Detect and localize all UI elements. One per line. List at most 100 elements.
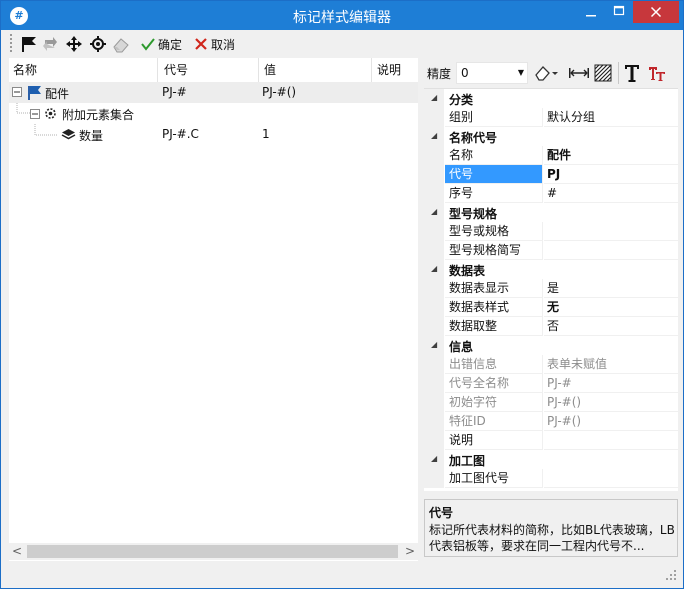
column-header-note[interactable]: 说明: [377, 58, 401, 82]
property-row[interactable]: 加工图代号: [424, 469, 678, 488]
property-row[interactable]: 序号 #: [424, 184, 678, 203]
scroll-right-button[interactable]: >: [402, 543, 418, 560]
collapse-triangle-icon[interactable]: ◢: [431, 131, 437, 140]
property-value[interactable]: [544, 222, 678, 241]
property-name[interactable]: 型号规格简写: [445, 241, 543, 260]
refresh-button[interactable]: [41, 34, 59, 54]
grid-margin: [424, 222, 444, 241]
property-name[interactable]: 初始字符: [445, 393, 543, 412]
flag-button[interactable]: [19, 34, 39, 54]
property-row[interactable]: 型号规格简写: [424, 241, 678, 260]
property-name[interactable]: 型号或规格: [445, 222, 543, 241]
resize-grip-icon[interactable]: [665, 569, 677, 581]
element-tree[interactable]: 名称 代号 值 说明 配件 PJ-# PJ-#() 附加元素集合 数量 PJ-#…: [9, 58, 418, 561]
property-name[interactable]: 组别: [445, 108, 543, 127]
text-style-icon: [649, 67, 665, 81]
property-row[interactable]: 数据表样式无: [424, 298, 678, 317]
text-style-button[interactable]: [648, 62, 666, 84]
property-name[interactable]: 说明: [445, 431, 543, 450]
scroll-left-button[interactable]: <: [9, 543, 25, 560]
property-name[interactable]: 加工图代号: [445, 469, 543, 488]
column-divider[interactable]: [258, 58, 259, 82]
move-button[interactable]: [65, 34, 83, 54]
property-value[interactable]: [544, 241, 678, 260]
column-divider[interactable]: [157, 58, 158, 82]
column-header-code[interactable]: 代号: [164, 58, 188, 82]
pane-splitter[interactable]: [418, 58, 422, 561]
property-row[interactable]: 组别 默认分组: [424, 108, 678, 127]
property-value[interactable]: [544, 431, 678, 450]
horizontal-scrollbar[interactable]: < >: [9, 543, 418, 560]
column-divider[interactable]: [371, 58, 372, 82]
property-value[interactable]: 无: [544, 298, 678, 317]
property-value[interactable]: PJ: [544, 165, 678, 184]
property-toolbar: 精度 0 ▼: [422, 58, 678, 88]
property-value[interactable]: #: [544, 184, 678, 203]
property-name[interactable]: 数据取整: [445, 317, 543, 336]
collapse-triangle-icon[interactable]: ◢: [431, 264, 437, 273]
property-category[interactable]: ◢ 数据表: [424, 260, 678, 279]
property-row[interactable]: 数据表显示是: [424, 279, 678, 298]
property-name[interactable]: 特征ID: [445, 412, 543, 431]
property-row[interactable]: 代号全名称 PJ-#: [424, 374, 678, 393]
collapse-triangle-icon[interactable]: ◢: [431, 93, 437, 102]
property-category[interactable]: ◢ 名称代号: [424, 127, 678, 146]
collapse-triangle-icon[interactable]: ◢: [431, 340, 437, 349]
precision-select[interactable]: 0 ▼: [456, 62, 528, 84]
property-value[interactable]: PJ-#: [544, 374, 678, 393]
width-button[interactable]: [568, 62, 590, 84]
property-value[interactable]: 表单未赋值: [544, 355, 678, 374]
property-name[interactable]: 数据表显示: [445, 279, 543, 298]
property-name[interactable]: 数据表样式: [445, 298, 543, 317]
property-row[interactable]: 初始字符 PJ-#(): [424, 393, 678, 412]
title-bar[interactable]: # 标记样式编辑器: [1, 1, 683, 30]
gear-icon: [45, 108, 56, 119]
eraser-dropdown-button[interactable]: [534, 62, 560, 84]
maximize-button[interactable]: [605, 1, 633, 23]
property-value[interactable]: [544, 469, 678, 488]
property-category[interactable]: ◢ 分类: [424, 89, 678, 108]
property-row[interactable]: 型号或规格: [424, 222, 678, 241]
toolbar-grip[interactable]: [10, 34, 13, 52]
tree-row[interactable]: 配件 PJ-# PJ-#(): [9, 82, 418, 103]
collapse-triangle-icon[interactable]: ◢: [431, 454, 437, 463]
property-name[interactable]: 名称: [445, 146, 543, 165]
property-name[interactable]: 代号: [445, 165, 543, 184]
property-grid[interactable]: ◢ 分类 组别 默认分组 ◢ 名称代号 名称 配件 代号 PJ 序号 # ◢ 型号规格 型号或规格 型号规格简…: [424, 88, 678, 491]
property-row[interactable]: 数据取整否: [424, 317, 678, 336]
property-value[interactable]: 否: [544, 317, 678, 336]
close-button[interactable]: [633, 1, 679, 23]
property-category[interactable]: ◢ 加工图: [424, 450, 678, 469]
property-row[interactable]: 说明: [424, 431, 678, 450]
property-category[interactable]: ◢ 信息: [424, 336, 678, 355]
property-value[interactable]: 是: [544, 279, 678, 298]
column-header-name[interactable]: 名称: [13, 58, 37, 82]
tree-row[interactable]: 附加元素集合: [9, 103, 418, 124]
property-row[interactable]: 名称 配件: [424, 146, 678, 165]
property-row[interactable]: 出错信息 表单未赋值: [424, 355, 678, 374]
property-value[interactable]: 默认分组: [544, 108, 678, 127]
property-value[interactable]: PJ-#(): [544, 412, 678, 431]
text-button[interactable]: [624, 62, 640, 84]
property-row[interactable]: 特征ID PJ-#(): [424, 412, 678, 431]
cancel-label: 取消: [211, 37, 236, 52]
property-value[interactable]: PJ-#(): [544, 393, 678, 412]
tree-row[interactable]: 数量 PJ-#.C 1: [9, 124, 418, 145]
hatch-button[interactable]: [594, 62, 612, 84]
property-name[interactable]: 代号全名称: [445, 374, 543, 393]
eraser-button[interactable]: [111, 34, 131, 54]
collapse-triangle-icon[interactable]: ◢: [431, 207, 437, 216]
property-value[interactable]: 配件: [544, 146, 678, 165]
collapse-icon[interactable]: [12, 87, 22, 97]
confirm-button[interactable]: 确定: [141, 34, 182, 54]
collapse-icon[interactable]: [30, 109, 40, 119]
property-category[interactable]: ◢ 型号规格: [424, 203, 678, 222]
column-header-value[interactable]: 值: [264, 58, 276, 82]
property-name[interactable]: 序号: [445, 184, 543, 203]
scroll-thumb[interactable]: [27, 545, 398, 558]
target-button[interactable]: [89, 34, 107, 54]
cancel-button[interactable]: 取消: [194, 34, 235, 54]
property-row[interactable]: 代号 PJ: [424, 165, 678, 184]
property-name[interactable]: 出错信息: [445, 355, 543, 374]
minimize-button[interactable]: [577, 1, 605, 23]
